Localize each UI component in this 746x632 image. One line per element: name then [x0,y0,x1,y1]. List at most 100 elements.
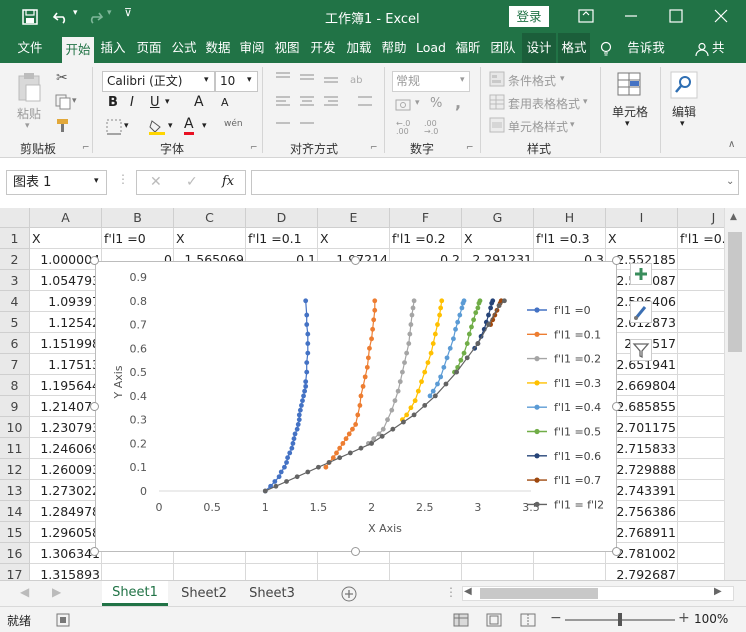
tab-help[interactable]: 帮助 [378,33,410,63]
zoom-slider-thumb[interactable] [618,613,622,626]
cancel-icon[interactable]: ✕ [150,174,162,190]
conditional-format-button[interactable]: 条件格式 [508,72,556,89]
number-format-select[interactable]: 常规 [392,71,470,92]
clipboard-launcher-icon[interactable]: ⌐ [82,143,90,153]
share-button[interactable]: 共 [712,33,746,63]
accounting-format-icon[interactable] [395,97,417,113]
undo-dropdown-icon[interactable]: ▾ [73,8,78,18]
sheet-tab-3[interactable]: Sheet3 [238,581,306,606]
undo-icon[interactable] [52,9,70,25]
row-header[interactable]: 1 [0,228,30,249]
tab-data[interactable]: 数据 [202,33,234,63]
redo-icon[interactable] [86,9,104,25]
table-cell[interactable]: X [462,228,534,249]
shrink-font-icon[interactable]: A [221,96,229,109]
scroll-right-icon[interactable]: ▶ [714,586,722,597]
editing-dropdown-icon[interactable]: ▾ [680,119,685,129]
name-box[interactable]: 图表 1 [6,170,107,195]
table-cell[interactable]: f'l1 =0.1 [246,228,318,249]
chart-resize-handle[interactable] [90,256,99,265]
table-cell[interactable] [246,564,318,580]
table-cell[interactable]: 1.284978 [30,501,102,522]
conditional-format-icon[interactable] [489,71,505,87]
name-box-dropdown-icon[interactable]: ▾ [94,176,99,186]
cut-icon[interactable]: ✂ [56,70,68,86]
tab-review[interactable]: 审阅 [236,33,268,63]
copy-icon[interactable] [55,94,71,110]
column-header[interactable]: G [462,208,534,228]
copy-dropdown-icon[interactable]: ▾ [72,96,77,106]
chart-resize-handle[interactable] [612,256,621,265]
table-cell[interactable]: 1.260093 [30,459,102,480]
tab-load[interactable]: Load [412,33,450,63]
row-header[interactable]: 17 [0,564,30,580]
sheet-tab-2[interactable]: Sheet2 [170,581,238,606]
row-header[interactable]: 3 [0,270,30,291]
conditional-format-dropdown-icon[interactable]: ▾ [560,74,565,84]
scroll-tab-left-icon[interactable]: ◀ [20,585,29,599]
row-header[interactable]: 14 [0,501,30,522]
number-format-dropdown-icon[interactable]: ▾ [460,75,465,85]
font-name-select[interactable]: Calibri (正文) [102,71,215,92]
zoom-out-icon[interactable]: − [550,610,562,626]
tell-me-search[interactable]: 告诉我 [622,33,670,63]
tab-team[interactable]: 团队 [486,33,520,63]
chart-resize-handle[interactable] [90,402,99,411]
font-color-icon[interactable]: A [184,117,194,135]
page-break-view-icon[interactable] [520,613,536,627]
select-all-corner[interactable] [0,208,30,228]
column-header[interactable]: F [390,208,462,228]
accounting-dropdown-icon[interactable]: ▾ [415,98,420,108]
table-cell[interactable] [462,564,534,580]
login-button[interactable]: 登录 [509,6,549,27]
fill-color-dropdown-icon[interactable]: ▾ [168,121,173,131]
table-cell[interactable] [102,564,174,580]
column-header[interactable]: B [102,208,174,228]
row-header[interactable]: 8 [0,375,30,396]
table-cell[interactable]: 1.296058 [30,522,102,543]
tab-design[interactable]: 设计 [522,33,556,63]
editing-button[interactable]: 编辑 [672,103,696,120]
format-as-table-dropdown-icon[interactable]: ▾ [583,97,588,107]
column-header[interactable]: E [318,208,390,228]
table-cell[interactable]: 1.151998 [30,333,102,354]
increase-decimal-icon[interactable]: ←.0.00 [396,120,410,136]
row-header[interactable]: 13 [0,480,30,501]
chart-filters-button[interactable] [630,339,652,361]
cells-icon[interactable] [616,71,642,97]
table-cell[interactable]: 1.09397 [30,291,102,312]
table-cell[interactable] [174,564,246,580]
row-header[interactable]: 16 [0,543,30,564]
share-person-icon[interactable] [695,42,709,56]
underline-dropdown-icon[interactable]: ▾ [165,97,170,107]
table-cell[interactable] [390,564,462,580]
phonetic-icon[interactable]: wén [224,119,243,129]
alignment-icons[interactable]: ab [272,69,392,135]
row-header[interactable]: 7 [0,354,30,375]
zoom-in-icon[interactable]: + [678,610,690,626]
column-header[interactable]: H [534,208,606,228]
column-header[interactable]: I [606,208,678,228]
row-header[interactable]: 4 [0,291,30,312]
table-cell[interactable]: 1.17513 [30,354,102,375]
tab-split-grip-icon[interactable]: ⋮ [445,585,457,599]
border-icon[interactable] [106,119,122,135]
ribbon-display-icon[interactable] [578,9,594,23]
table-cell[interactable]: X [174,228,246,249]
row-header[interactable]: 15 [0,522,30,543]
table-cell[interactable]: 1.054793 [30,270,102,291]
insert-function-icon[interactable]: fx [222,174,234,189]
format-painter-icon[interactable] [55,117,71,133]
cells-dropdown-icon[interactable]: ▾ [625,119,630,129]
cell-styles-icon[interactable] [489,117,505,133]
row-header[interactable]: 10 [0,417,30,438]
chart-resize-handle[interactable] [612,402,621,411]
close-icon[interactable] [714,9,728,23]
chart-resize-handle[interactable] [351,547,360,556]
tab-home[interactable]: 开始 [62,37,94,63]
minimize-icon[interactable] [624,10,638,22]
row-header[interactable]: 9 [0,396,30,417]
row-header[interactable]: 6 [0,333,30,354]
cell-styles-button[interactable]: 单元格样式 [508,118,568,135]
tab-format[interactable]: 格式 [558,33,590,63]
